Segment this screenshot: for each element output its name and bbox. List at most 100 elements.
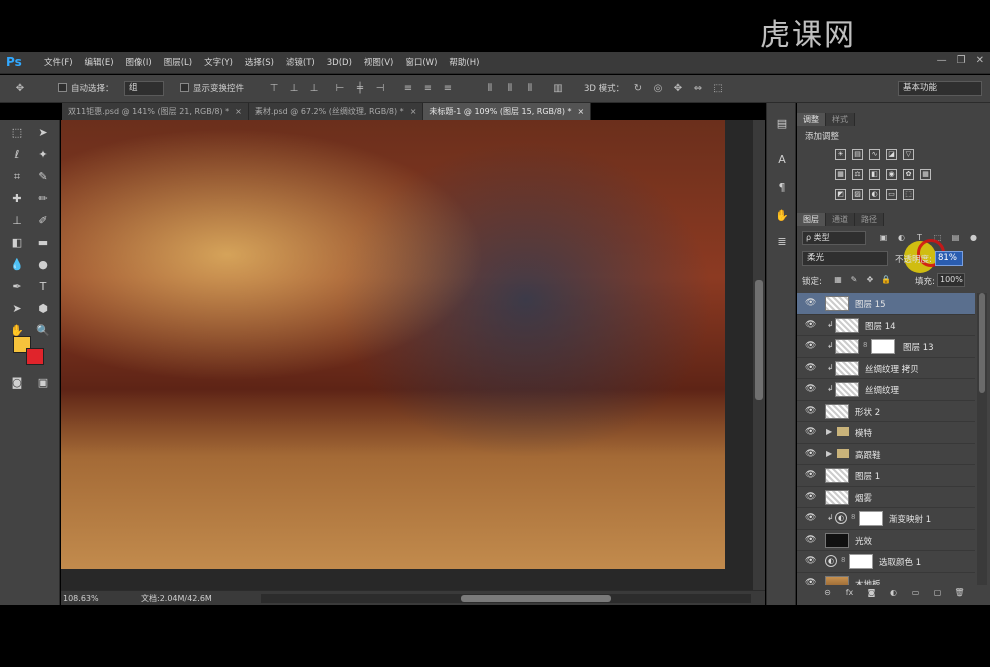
close-tab-icon[interactable]: × — [578, 107, 585, 116]
layers-scrollbar[interactable] — [977, 293, 987, 585]
distribute-left-icon[interactable]: ⦀ — [484, 83, 496, 95]
zoom-tool-icon[interactable]: 🔍 — [36, 324, 50, 338]
lock-image-icon[interactable]: ✎ — [849, 275, 859, 285]
align-top-icon[interactable]: ⊤ — [268, 83, 280, 95]
auto-select-dropdown[interactable]: 组 — [124, 81, 164, 96]
close-icon[interactable]: ✕ — [976, 55, 984, 66]
brightness-icon[interactable]: ☀ — [835, 149, 846, 160]
3d-pan-icon[interactable]: ✥ — [672, 83, 684, 95]
visibility-eye-icon[interactable]: 👁 — [805, 363, 816, 374]
fill-input[interactable]: 100% — [937, 273, 965, 287]
screen-mode-icon[interactable]: ▣ — [36, 376, 50, 390]
align-right-icon[interactable]: ⊣ — [374, 83, 386, 95]
doc-size[interactable]: 文档:2.04M/42.6M — [141, 591, 212, 606]
add-mask-icon[interactable]: ◙ — [866, 587, 878, 599]
visibility-eye-icon[interactable]: 👁 — [805, 535, 816, 546]
filter-adjust-icon[interactable]: ◐ — [896, 232, 907, 243]
layer-mask-thumbnail[interactable] — [859, 511, 883, 526]
panel-tab[interactable]: 路径 — [855, 213, 884, 226]
visibility-eye-icon[interactable]: 👁 — [805, 470, 816, 481]
eyedropper-icon[interactable]: ✎ — [36, 170, 50, 184]
layer-row[interactable]: 👁 光效 — [797, 529, 975, 551]
layer-row[interactable]: 👁 ↲ ◐ 8 渐变映射 1 — [797, 508, 975, 530]
healing-brush-icon[interactable]: ✚ — [10, 192, 24, 206]
visibility-eye-icon[interactable]: 👁 — [805, 320, 816, 331]
show-transform-checkbox[interactable]: 显示变换控件 — [180, 82, 244, 94]
marquee-tool-icon[interactable]: ⬚ — [10, 126, 24, 140]
paragraph-panel-icon[interactable]: ¶ — [775, 181, 789, 195]
menu-item[interactable]: 图层(L) — [158, 52, 198, 74]
opacity-input[interactable]: 81% — [935, 251, 963, 266]
3d-scale-icon[interactable]: ⬚ — [712, 83, 724, 95]
curves-icon[interactable]: ∿ — [869, 149, 880, 160]
canvas-image[interactable] — [61, 120, 725, 569]
layer-row[interactable]: 👁 ▶ 模特 — [797, 422, 975, 444]
distribute-top-icon[interactable]: ≡ — [402, 83, 414, 95]
layer-row[interactable]: 👁 ▶ 高跟鞋 — [797, 443, 975, 465]
link-icon[interactable]: 8 — [841, 556, 845, 564]
menu-item[interactable]: 选择(S) — [239, 52, 280, 74]
menu-item[interactable]: 文件(F) — [38, 52, 79, 74]
new-layer-icon[interactable]: ▢ — [932, 587, 944, 599]
visibility-eye-icon[interactable]: 👁 — [805, 427, 816, 438]
black-white-icon[interactable]: ◧ — [869, 169, 880, 180]
gradient-map-icon[interactable]: ▭ — [886, 189, 897, 200]
layer-row[interactable]: 👁 形状 2 — [797, 400, 975, 422]
eraser-tool-icon[interactable]: ◧ — [10, 236, 24, 250]
distribute-right-icon[interactable]: ⦀ — [524, 83, 536, 95]
visibility-eye-icon[interactable]: 👁 — [805, 384, 816, 395]
align-hcenter-icon[interactable]: ╪ — [354, 83, 366, 95]
lock-all-icon[interactable]: 🔒 — [881, 275, 891, 285]
visibility-eye-icon[interactable]: 👁 — [805, 492, 816, 503]
history-brush-icon[interactable]: ✐ — [36, 214, 50, 228]
color-lookup-icon[interactable]: ▦ — [920, 169, 931, 180]
menu-item[interactable]: 图像(I) — [120, 52, 158, 74]
photo-filter-icon[interactable]: ◉ — [886, 169, 897, 180]
panel-tab[interactable]: 通道 — [826, 213, 855, 226]
properties-panel-icon[interactable]: ≣ — [775, 235, 789, 249]
layer-thumbnail[interactable] — [835, 339, 859, 354]
quick-mask-icon[interactable]: ◙ — [10, 376, 24, 390]
distribute-bottom-icon[interactable]: ≡ — [442, 83, 454, 95]
minimize-icon[interactable]: — — [937, 55, 947, 66]
distribute-hcenter-icon[interactable]: ⦀ — [504, 83, 516, 95]
panel-tab[interactable]: 样式 — [826, 113, 855, 126]
close-tab-icon[interactable]: × — [410, 107, 417, 116]
menu-item[interactable]: 文字(Y) — [198, 52, 239, 74]
tool-presets-icon[interactable]: ✋ — [775, 209, 789, 223]
new-adjustment-icon[interactable]: ◐ — [888, 587, 900, 599]
link-layers-icon[interactable]: ⊝ — [822, 587, 834, 599]
vertical-scrollbar[interactable] — [753, 120, 765, 590]
menu-item[interactable]: 帮助(H) — [443, 52, 485, 74]
dodge-tool-icon[interactable]: ● — [36, 258, 50, 272]
channel-mixer-icon[interactable]: ✿ — [903, 169, 914, 180]
layer-filter-dropdown[interactable]: ρ 类型 — [802, 231, 866, 245]
layer-mask-thumbnail[interactable] — [849, 554, 873, 569]
filter-smart-icon[interactable]: ▤ — [950, 232, 961, 243]
layer-thumbnail[interactable] — [825, 489, 849, 505]
layer-thumbnail[interactable] — [825, 532, 849, 548]
3d-roll-icon[interactable]: ◎ — [652, 83, 664, 95]
menu-item[interactable]: 滤镜(T) — [280, 52, 321, 74]
lasso-tool-icon[interactable]: ℓ — [10, 148, 24, 162]
align-left-icon[interactable]: ⊢ — [334, 83, 346, 95]
posterize-icon[interactable]: ▨ — [852, 189, 863, 200]
layer-thumbnail[interactable] — [825, 403, 849, 419]
workspace-dropdown[interactable]: 基本功能 — [898, 81, 982, 96]
filter-pixel-icon[interactable]: ▣ — [878, 232, 889, 243]
lock-position-icon[interactable]: ✥ — [865, 275, 875, 285]
levels-icon[interactable]: ▤ — [852, 149, 863, 160]
history-panel-icon[interactable]: ▤ — [775, 117, 789, 131]
expand-arrow-icon[interactable]: ▶ — [826, 449, 832, 458]
fx-icon[interactable]: fx — [844, 587, 856, 599]
magic-wand-icon[interactable]: ✦ — [36, 148, 50, 162]
layer-thumbnail[interactable] — [825, 296, 849, 311]
brush-tool-icon[interactable]: ✏ — [36, 192, 50, 206]
visibility-eye-icon[interactable]: 👁 — [805, 578, 816, 586]
visibility-eye-icon[interactable]: 👁 — [805, 406, 816, 417]
3d-slide-icon[interactable]: ⇔ — [692, 83, 704, 95]
visibility-eye-icon[interactable]: 👁 — [805, 298, 816, 309]
shape-tool-icon[interactable]: ⬢ — [36, 302, 50, 316]
gradient-tool-icon[interactable]: ▬ — [36, 236, 50, 250]
link-icon[interactable]: 8 — [863, 341, 867, 349]
